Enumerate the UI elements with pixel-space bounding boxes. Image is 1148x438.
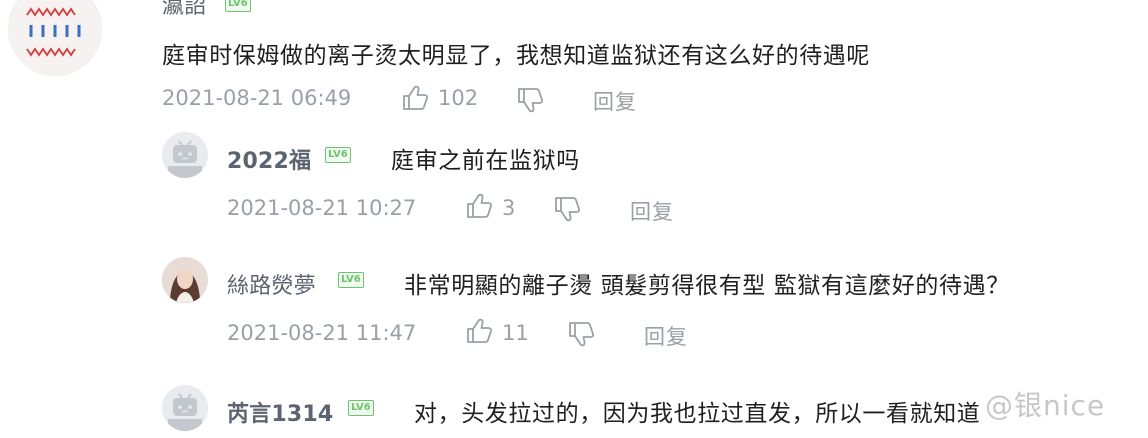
level-badge: LV6 bbox=[348, 400, 374, 416]
watermark: @银nice bbox=[985, 389, 1106, 422]
comment-content: 庭审时保姆做的离子烫太明显了，我想知道监狱还有这么好的待遇呢 bbox=[162, 43, 870, 69]
reply-button[interactable]: 回复 bbox=[593, 86, 637, 116]
reply-username[interactable]: 芮言1314 bbox=[227, 396, 333, 428]
reply-timestamp: 2021-08-21 11:47 bbox=[227, 321, 417, 345]
avatar[interactable] bbox=[162, 257, 208, 303]
thumbs-down-icon[interactable] bbox=[553, 195, 581, 223]
tv-face-icon bbox=[162, 132, 208, 178]
reply-username[interactable]: 絲路熒夢 bbox=[227, 268, 316, 300]
thumbs-up-icon[interactable] bbox=[401, 84, 429, 112]
thumbs-down-icon[interactable] bbox=[516, 86, 544, 114]
level-badge: LV6 bbox=[225, 0, 251, 12]
comment-thread: 瀛詔 LV6 庭审时保姆做的离子烫太明显了，我想知道监狱还有这么好的待遇呢 20… bbox=[0, 0, 1148, 438]
avatar[interactable] bbox=[8, 0, 102, 76]
level-badge: LV6 bbox=[325, 147, 351, 163]
reply-username[interactable]: 2022福 bbox=[227, 143, 311, 175]
like-count: 3 bbox=[502, 196, 516, 220]
reply-button[interactable]: 回复 bbox=[644, 321, 688, 351]
thumbs-up-icon[interactable] bbox=[465, 317, 493, 345]
tv-face-icon bbox=[162, 385, 208, 431]
thumbs-down-icon[interactable] bbox=[567, 320, 595, 348]
thumbs-up-icon[interactable] bbox=[465, 192, 493, 220]
level-badge: LV6 bbox=[338, 272, 364, 288]
comment-username[interactable]: 瀛詔 bbox=[162, 0, 206, 20]
reply-button[interactable]: 回复 bbox=[630, 196, 674, 226]
comment-timestamp: 2021-08-21 06:49 bbox=[162, 86, 352, 110]
avatar[interactable] bbox=[162, 132, 208, 178]
reply-content: 庭审之前在监狱吗 bbox=[391, 148, 580, 174]
reply-content: 非常明顯的離子燙 頭髮剪得很有型 監獄有這麼好的待遇？ bbox=[404, 273, 1010, 299]
like-count: 102 bbox=[438, 86, 479, 110]
avatar[interactable] bbox=[162, 385, 208, 431]
reply-timestamp: 2021-08-21 10:27 bbox=[227, 196, 417, 220]
reply-content: 对，头发拉过的，因为我也拉过直发，所以一看就知道 bbox=[414, 401, 981, 427]
like-count: 11 bbox=[502, 321, 529, 345]
